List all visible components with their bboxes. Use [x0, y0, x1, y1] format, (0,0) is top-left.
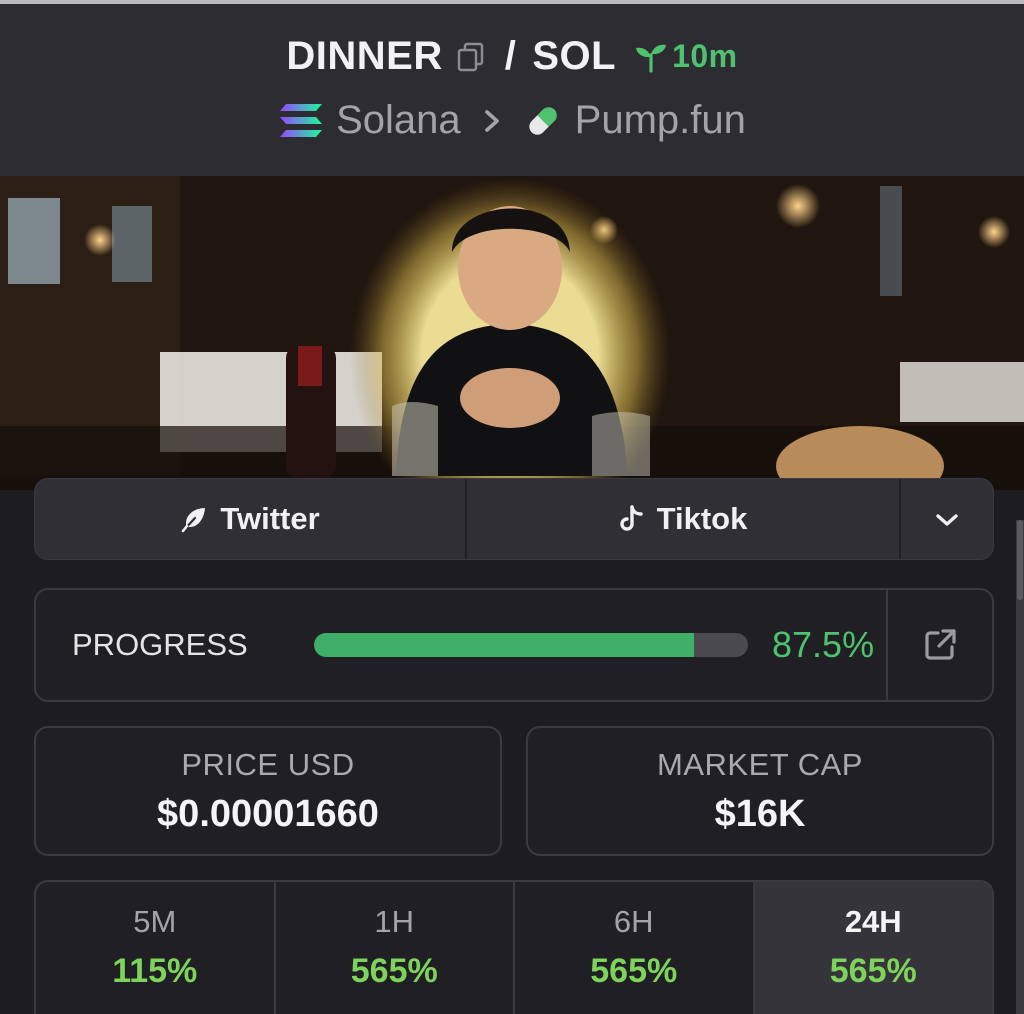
pair-age: 10m: [634, 38, 738, 75]
feather-icon: [180, 505, 208, 533]
market-cap-card: MARKET CAP $16K: [526, 726, 994, 856]
solana-icon: [278, 102, 324, 140]
tiktok-button[interactable]: Tiktok: [467, 479, 901, 559]
price-value: $0.00001660: [157, 792, 379, 835]
progress-bar-fill: [314, 633, 694, 657]
platform-link[interactable]: Pump.fun: [575, 98, 746, 143]
tab-1h[interactable]: 1H 565%: [276, 882, 515, 1014]
market-cap-value: $16K: [714, 792, 806, 835]
token-symbol: DINNER: [286, 34, 443, 78]
tab-6h[interactable]: 6H 565%: [515, 882, 755, 1014]
sprout-icon: [636, 44, 667, 73]
chevron-down-icon: [934, 501, 960, 537]
token-header: DINNER / SOL 10m Solana Pump.fun: [0, 4, 1024, 176]
more-socials-button[interactable]: [901, 479, 993, 559]
price-change-tabs: 5M 115% 1H 565% 6H 565% 24H 565%: [34, 880, 994, 1014]
period-label: 24H: [844, 904, 902, 939]
pair-title: DINNER / SOL 10m: [0, 34, 1024, 79]
external-link-button[interactable]: [886, 590, 992, 700]
copy-icon[interactable]: [457, 42, 485, 72]
token-banner-image: [0, 176, 1024, 516]
social-links-bar: Twitter Tiktok: [34, 478, 994, 560]
price-label: PRICE USD: [181, 746, 355, 782]
pair-separator: /: [504, 34, 517, 78]
price-usd-card: PRICE USD $0.00001660: [34, 726, 502, 856]
tiktok-icon: [619, 504, 645, 534]
quote-symbol: SOL: [532, 34, 617, 78]
pill-icon: [523, 101, 563, 141]
chevron-right-icon: [483, 108, 501, 134]
age-text: 10m: [672, 38, 738, 74]
progress-label: PROGRESS: [72, 627, 248, 662]
twitter-button[interactable]: Twitter: [35, 479, 467, 559]
bonding-progress-card: PROGRESS 87.5%: [34, 588, 994, 702]
breadcrumb: Solana Pump.fun: [0, 98, 1024, 143]
tiktok-label: Tiktok: [656, 501, 748, 536]
period-change: 565%: [829, 952, 917, 990]
tab-24h[interactable]: 24H 565%: [754, 882, 992, 1014]
period-label: 1H: [374, 904, 415, 939]
chain-link[interactable]: Solana: [336, 98, 461, 143]
twitter-label: Twitter: [220, 501, 320, 536]
market-cap-label: MARKET CAP: [657, 746, 863, 782]
period-label: 5M: [133, 904, 177, 939]
period-label: 6H: [613, 904, 654, 939]
progress-bar: [314, 633, 748, 657]
external-link-icon: [925, 629, 956, 660]
scrollbar-thumb[interactable]: [1017, 520, 1023, 600]
period-change: 115%: [112, 952, 198, 990]
tab-5m[interactable]: 5M 115%: [36, 882, 276, 1014]
period-change: 565%: [350, 952, 438, 990]
period-change: 565%: [590, 952, 678, 990]
